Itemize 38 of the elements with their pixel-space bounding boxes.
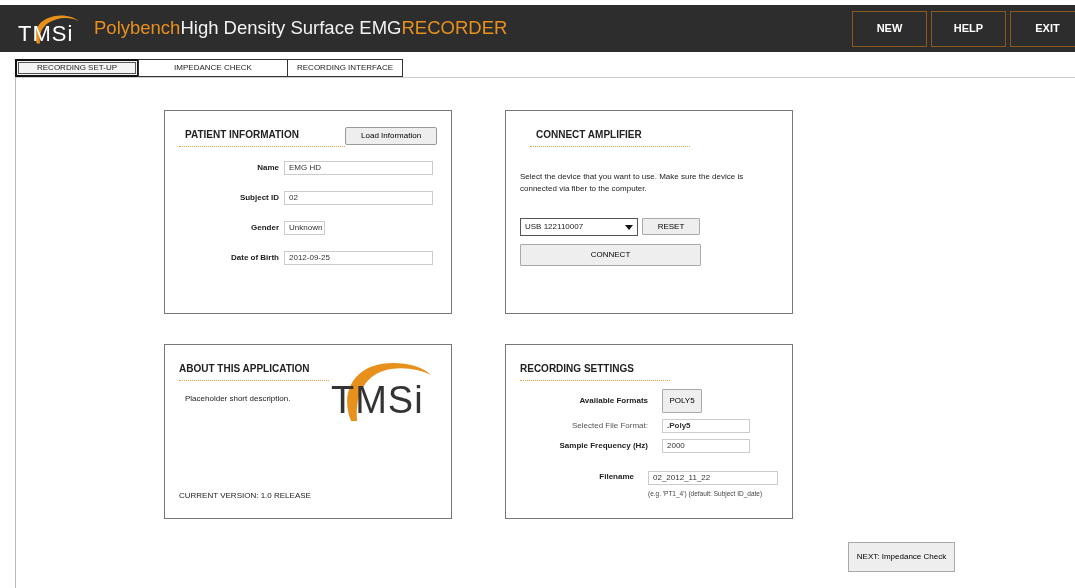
device-dropdown[interactable]: USB 122110007 xyxy=(520,218,638,236)
dropdown-value: USB 122110007 xyxy=(525,221,584,233)
field-label: Subject ID xyxy=(238,192,279,204)
description-text: Placeholder short description. xyxy=(185,393,292,405)
panel-title: RECORDING SETTINGS xyxy=(520,361,670,381)
field-label: Selected File Format: xyxy=(570,420,648,432)
input-field[interactable]: 02_2012_11_22 xyxy=(648,471,778,485)
app-title: RECORDER xyxy=(401,17,508,39)
app-title: Polybench xyxy=(94,17,181,39)
field-label: Filename xyxy=(598,471,634,483)
field-label: Available Formats xyxy=(578,395,648,407)
header-button[interactable]: NEW xyxy=(852,10,927,47)
field-label: Name xyxy=(256,162,279,174)
input-field[interactable]: Unknown xyxy=(284,221,325,235)
format-button[interactable]: POLY5 xyxy=(662,389,702,413)
input-field[interactable]: EMG HD xyxy=(284,161,433,175)
header-button[interactable]: HELP xyxy=(931,10,1006,47)
tab[interactable]: RECORDING SET-UP xyxy=(15,59,139,77)
version-text: CURRENT VERSION: 1.0 RELEASE xyxy=(179,490,312,502)
input-field: .Poly5 xyxy=(662,419,750,433)
tab[interactable]: IMPEDANCE CHECK xyxy=(138,59,288,77)
panel-title: ABOUT THIS APPLICATION xyxy=(179,361,329,381)
input-field[interactable]: 2000 xyxy=(662,439,750,453)
next-button[interactable]: NEXT: Impedance Check xyxy=(848,542,955,572)
panel-title: CONNECT AMPLIFIER xyxy=(530,127,690,147)
field-label: Sample Frequency (Hz) xyxy=(558,440,648,452)
reset-button[interactable]: RESET xyxy=(642,218,700,235)
connect-button[interactable]: CONNECT xyxy=(520,244,701,266)
app-title: High Density Surface EMG xyxy=(180,17,402,39)
input-field[interactable]: 2012-09-25 xyxy=(284,251,433,265)
load-information-button[interactable]: Load Information xyxy=(345,127,437,145)
tab[interactable]: RECORDING INTERFACE xyxy=(287,59,403,77)
field-label: Date of Birth xyxy=(230,252,279,264)
header-button[interactable]: EXIT xyxy=(1010,10,1075,47)
instructions-text: Select the device that you want to use. Make sure the device is connected via fiber to the computer. xyxy=(520,171,745,195)
input-field[interactable]: 02 xyxy=(284,191,433,205)
dropdown-caret-icon xyxy=(625,224,633,230)
field-label: Gender xyxy=(250,222,279,234)
